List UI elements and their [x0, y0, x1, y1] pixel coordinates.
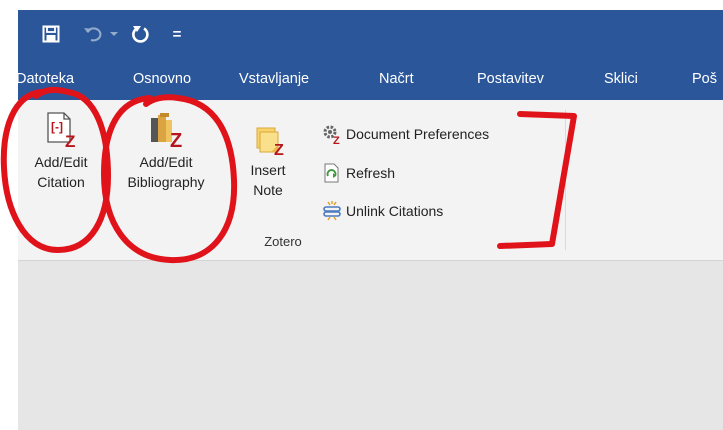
refresh-label: Refresh	[346, 165, 396, 181]
quick-access-toolbar: =	[18, 10, 192, 58]
refresh-button[interactable]: Refresh	[322, 161, 395, 185]
bibliography-icon: Z	[146, 112, 186, 152]
note-label-line2: Note	[253, 182, 283, 198]
tab-nacrt[interactable]: Načrt	[379, 58, 414, 100]
dropdown-arrow-icon	[110, 32, 118, 36]
document-preferences-button[interactable]: Z Document Preferences	[322, 122, 489, 146]
save-icon	[42, 25, 60, 43]
bibliography-label-line2: Bibliography	[127, 174, 205, 190]
top-margin	[0, 0, 723, 10]
gear-icon: Z	[323, 125, 340, 144]
note-label-line1: Insert	[250, 162, 286, 178]
tab-sklici[interactable]: Sklici	[604, 58, 638, 100]
tab-datoteka[interactable]: Datoteka	[16, 58, 74, 100]
customize-qat-button[interactable]: =	[162, 19, 192, 49]
document-area[interactable]	[18, 261, 723, 430]
unlink-citations-label: Unlink Citations	[346, 203, 444, 219]
unlink-citations-button[interactable]: Unlink Citations	[322, 199, 443, 223]
unlink-icon	[323, 201, 341, 221]
add-edit-citation-button[interactable]: [-] Z Add/Edit Citation	[18, 112, 104, 192]
note-icon: Z	[251, 124, 285, 159]
undo-button[interactable]	[78, 19, 108, 49]
add-edit-bibliography-button[interactable]: Z Add/Edit Bibliography	[104, 112, 228, 192]
svg-text:[-]: [-]	[51, 120, 63, 134]
insert-note-button[interactable]: Z Insert Note	[236, 124, 300, 200]
customize-icon: =	[172, 25, 182, 43]
redo-icon	[132, 26, 149, 43]
refresh-icon	[324, 163, 339, 183]
bibliography-label-line1: Add/Edit	[139, 154, 193, 170]
svg-text:Z: Z	[170, 130, 182, 148]
undo-dropdown[interactable]	[108, 19, 120, 49]
tab-osnovno[interactable]: Osnovno	[133, 58, 191, 100]
group-separator	[565, 110, 566, 250]
svg-text:Z: Z	[274, 142, 284, 156]
zotero-group-label: Zotero	[264, 234, 302, 249]
citation-label-line1: Add/Edit	[34, 154, 88, 170]
tab-posiljanje[interactable]: Poš	[692, 58, 717, 100]
left-margin	[0, 0, 18, 430]
document-preferences-label: Document Preferences	[346, 126, 490, 142]
svg-text:Z: Z	[333, 135, 340, 144]
tab-vstavljanje[interactable]: Vstavljanje	[239, 58, 309, 100]
svg-text:Z: Z	[65, 132, 75, 148]
save-button[interactable]	[36, 19, 66, 49]
ribbon-tabs: Datoteka Osnovno Vstavljanje Načrt Posta…	[0, 58, 723, 100]
citation-icon: [-] Z	[44, 112, 78, 151]
tab-postavitev[interactable]: Postavitev	[477, 58, 544, 100]
citation-label-line2: Citation	[37, 174, 85, 190]
redo-button[interactable]	[126, 19, 156, 49]
undo-icon	[84, 27, 102, 42]
